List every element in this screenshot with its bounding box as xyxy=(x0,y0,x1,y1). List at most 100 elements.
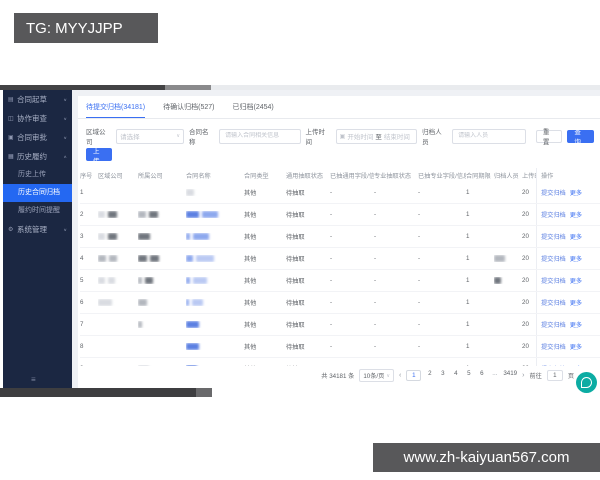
goto-page-input[interactable]: 1 xyxy=(546,370,563,381)
cell-contract-name[interactable] xyxy=(186,298,244,306)
prev-page-button[interactable]: ‹ xyxy=(399,372,401,379)
cell-contract-name[interactable] xyxy=(186,364,244,366)
cell-serial: 2 xyxy=(80,211,84,218)
more-link[interactable]: 更多 xyxy=(570,232,582,241)
sidebar-item-系统管理[interactable]: ⚙ 系统管理 ∨ xyxy=(3,220,72,239)
more-link[interactable]: 更多 xyxy=(570,210,582,219)
cell-general-status: 待抽取 xyxy=(286,364,330,366)
tab-pending-submit[interactable]: 待提交归档(34181) xyxy=(86,102,146,119)
more-link[interactable]: 更多 xyxy=(570,276,582,285)
submit-archive-link[interactable]: 提交归档 xyxy=(541,188,566,197)
sidebar-subitem-历史合同归档[interactable]: 历史合同归档 xyxy=(3,184,72,202)
pagination-total: 共 34181 条 xyxy=(321,373,355,380)
cell-general-fields: - xyxy=(330,343,333,350)
page-button[interactable]: 1 xyxy=(406,370,422,381)
cell-upload-time: 20 xyxy=(522,277,529,284)
window-bottom-strip-segment xyxy=(196,388,212,397)
site-watermark-text: www.zh-kaiyuan567.com xyxy=(403,449,570,466)
cell-serial: 9 xyxy=(80,365,98,366)
submit-archive-link[interactable]: 提交归档 xyxy=(541,320,566,329)
contract-name-input[interactable] xyxy=(223,132,297,140)
next-page-button[interactable]: › xyxy=(522,372,524,379)
more-link[interactable]: 更多 xyxy=(570,254,582,263)
cell-upload-time: 20 xyxy=(522,189,529,196)
contract-name-field xyxy=(219,128,301,144)
cell-actions: 提交归档更多 xyxy=(536,204,594,225)
cell-contract-name[interactable] xyxy=(186,342,244,350)
cell-contract-name[interactable] xyxy=(186,254,244,262)
reset-button[interactable]: 重置 xyxy=(535,129,563,146)
cell-contract-type: 其他 xyxy=(244,256,257,263)
upload-time-range[interactable]: ▣ 开始时间 至 结束时间 xyxy=(335,128,418,144)
cell-upload-time: 20 xyxy=(522,343,529,350)
sidebar-item-协作审查[interactable]: ◫ 协作审查 ∨ xyxy=(3,109,72,128)
redacted-text xyxy=(98,276,105,284)
upload-button[interactable]: 上传 xyxy=(86,148,112,165)
more-link[interactable]: 更多 xyxy=(570,188,582,197)
tab-archived[interactable]: 已归档(2454) xyxy=(232,102,273,119)
cell-actions: 提交归档更多 xyxy=(536,270,594,291)
archive-person-input[interactable] xyxy=(456,132,522,140)
window-bottom-strip xyxy=(0,388,196,397)
cell-contract-name[interactable] xyxy=(186,188,244,196)
cell-pro-fields: - xyxy=(418,343,421,350)
submit-archive-link[interactable]: 提交归档 xyxy=(541,342,566,351)
sidebar-item-历史履约[interactable]: ▦ 历史履约 ∧ xyxy=(3,147,72,166)
more-link[interactable]: 更多 xyxy=(570,342,582,351)
cell-upload-time: 20 xyxy=(522,321,529,328)
redacted-text xyxy=(186,320,199,328)
sidebar-subitem-历史上传[interactable]: 历史上传 xyxy=(3,166,72,184)
cell-term: 1 xyxy=(466,255,470,262)
region-company-select[interactable]: 请选择 ∨ xyxy=(116,128,184,144)
redacted-text xyxy=(98,298,112,306)
submit-archive-link[interactable]: 提交归档 xyxy=(541,254,566,263)
contract-approval-icon: ▣ xyxy=(8,135,14,141)
cell-contract-type: 其他 xyxy=(244,190,257,197)
cell-actions: 提交归档更多 xyxy=(536,182,594,203)
submit-archive-link[interactable]: 提交归档 xyxy=(541,364,566,366)
cell-general-status: 待抽取 xyxy=(286,234,305,241)
sidebar-subitem-履约时间提醒[interactable]: 履约时间提醒 xyxy=(3,202,72,220)
redacted-text xyxy=(149,210,158,218)
cell-serial: 4 xyxy=(80,255,84,262)
cell-pro-status: - xyxy=(374,277,377,284)
page-button[interactable]: 5 xyxy=(464,370,473,381)
page-button[interactable]: 2 xyxy=(425,370,434,381)
submit-archive-link[interactable]: 提交归档 xyxy=(541,276,566,285)
more-link[interactable]: 更多 xyxy=(570,298,582,307)
goto-suffix: 页 xyxy=(567,373,574,380)
redacted-text xyxy=(494,254,505,262)
more-link[interactable]: 更多 xyxy=(570,364,582,366)
customer-service-float-button[interactable] xyxy=(576,372,597,393)
cell-pro-status: - xyxy=(374,189,377,196)
submit-archive-link[interactable]: 提交归档 xyxy=(541,232,566,241)
tabs-divider xyxy=(78,118,600,119)
page-size-select[interactable]: 10条/页 ∨ xyxy=(359,369,394,382)
page-button[interactable]: 4 xyxy=(451,370,460,381)
cell-contract-name[interactable] xyxy=(186,276,244,284)
cell-contract-name[interactable] xyxy=(186,320,244,328)
sidebar-item-合同起草[interactable]: ▤ 合同起草 ∨ xyxy=(3,90,72,109)
page-button[interactable]: 3 xyxy=(438,370,447,381)
page-button[interactable]: 6 xyxy=(477,370,486,381)
cell-contract-name[interactable] xyxy=(186,232,244,240)
collaboration-review-icon: ◫ xyxy=(8,116,14,122)
submit-archive-link[interactable]: 提交归档 xyxy=(541,210,566,219)
table-row: 3 其他 待抽取 - - - 1 20 提交归档 更多 xyxy=(80,226,600,248)
sidebar-collapse-icon[interactable]: ≡ xyxy=(31,375,37,384)
sidebar-item-合同审批[interactable]: ▣ 合同审批 ∨ xyxy=(3,128,72,147)
cell-term: 1 xyxy=(466,343,470,350)
cell-pro-status: - xyxy=(374,233,377,240)
cell-contract-name[interactable] xyxy=(186,210,244,218)
redacted-text xyxy=(186,188,194,196)
more-link[interactable]: 更多 xyxy=(570,320,582,329)
page-button[interactable]: 3419 xyxy=(503,370,517,381)
tab-pending-confirm[interactable]: 待确认归档(527) xyxy=(163,102,214,119)
table-row: 9其他待抽取---120提交归档更多 xyxy=(80,358,600,366)
archive-person-field xyxy=(452,128,526,144)
search-button[interactable]: 查询 xyxy=(567,129,594,146)
upload-time-label: 上传时间 xyxy=(305,129,326,146)
cell-general-fields: - xyxy=(330,277,333,284)
submit-archive-link[interactable]: 提交归档 xyxy=(541,298,566,307)
redacted-text xyxy=(192,298,203,306)
